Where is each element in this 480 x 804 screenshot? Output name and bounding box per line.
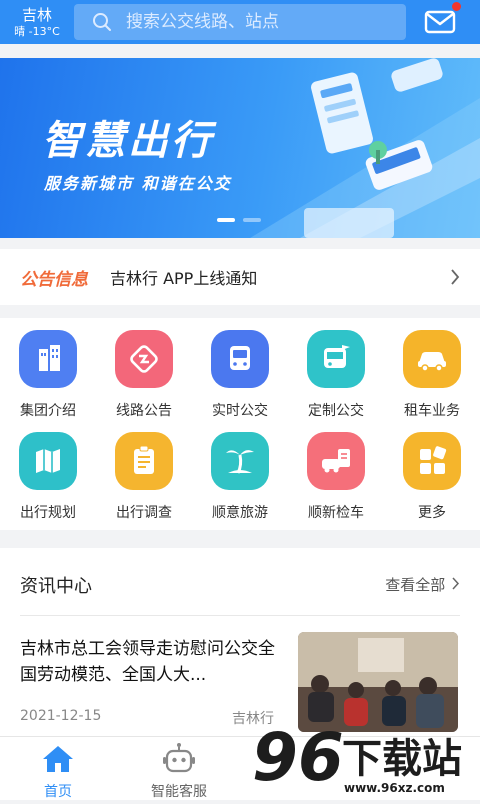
search-icon bbox=[93, 13, 111, 31]
view-all-link[interactable]: 查看全部 bbox=[385, 574, 460, 595]
news-section: 资讯中心 查看全部 吉林市总工会领导走访慰问公交全国劳动模范、全国人大... 2… bbox=[0, 548, 480, 738]
service-item[interactable]: 顺新检车 bbox=[288, 420, 384, 521]
service-item[interactable]: 出行调查 bbox=[96, 420, 192, 521]
car-icon bbox=[403, 330, 461, 388]
car-inspection-icon bbox=[307, 432, 365, 490]
home-icon bbox=[43, 746, 73, 772]
banner-title: 智慧出行 bbox=[42, 118, 214, 164]
news-headline: 吉林市总工会领导走访慰问公交全国劳动模范、全国人大... bbox=[20, 639, 275, 685]
top-header: 吉林 晴 -13°C bbox=[0, 0, 480, 44]
banner-indicator bbox=[243, 218, 261, 222]
service-item[interactable]: 定制公交 bbox=[288, 318, 384, 419]
watermark-logo: 96 下载站 www.96xz.com bbox=[252, 716, 480, 800]
survey-icon bbox=[115, 432, 173, 490]
service-item[interactable]: 租车业务 bbox=[384, 318, 480, 419]
svg-text:下载站: 下载站 bbox=[342, 736, 462, 782]
notice-tag: 公告信息 bbox=[20, 269, 88, 290]
service-label: 实时公交 bbox=[212, 403, 268, 419]
news-section-title: 资讯中心 bbox=[20, 576, 92, 597]
bus-icon bbox=[211, 330, 269, 388]
service-label: 顺意旅游 bbox=[212, 505, 268, 521]
custom-bus-icon bbox=[307, 330, 365, 388]
svg-text:www.96xz.com: www.96xz.com bbox=[344, 781, 445, 795]
service-item[interactable]: 线路公告 bbox=[96, 318, 192, 419]
more-grid-icon bbox=[403, 432, 461, 490]
search-input[interactable] bbox=[126, 12, 396, 32]
tab-home[interactable]: 首页 bbox=[10, 737, 106, 801]
svg-text:96: 96 bbox=[252, 719, 344, 796]
promo-banner[interactable]: 智慧出行 服务新城市 和谐在公交 bbox=[0, 58, 480, 238]
chevron-right-icon bbox=[452, 577, 460, 590]
service-label: 集团介绍 bbox=[20, 403, 76, 419]
search-box[interactable] bbox=[74, 4, 406, 40]
service-item[interactable]: 实时公交 bbox=[192, 318, 288, 419]
map-icon bbox=[19, 432, 77, 490]
service-label: 定制公交 bbox=[308, 403, 364, 419]
banner-indicator-active bbox=[217, 218, 235, 222]
news-date: 2021-12-15 bbox=[20, 708, 102, 724]
service-label: 线路公告 bbox=[116, 403, 172, 419]
city-name: 吉林 bbox=[21, 5, 52, 24]
service-label: 出行规划 bbox=[20, 505, 76, 521]
view-all-label: 查看全部 bbox=[385, 576, 446, 594]
notice-bar[interactable]: 公告信息 吉林行 APP上线通知 bbox=[0, 249, 480, 305]
divider bbox=[20, 615, 460, 616]
service-label: 出行调查 bbox=[116, 505, 172, 521]
robot-icon bbox=[163, 743, 195, 773]
notice-text: 吉林行 APP上线通知 bbox=[110, 269, 258, 288]
city-selector[interactable]: 吉林 晴 -13°C bbox=[0, 5, 74, 38]
unread-badge bbox=[452, 2, 461, 11]
service-label: 租车业务 bbox=[404, 403, 460, 419]
tab-smart-service[interactable]: 智能客服 bbox=[131, 737, 227, 801]
building-icon bbox=[19, 330, 77, 388]
service-item[interactable]: 顺意旅游 bbox=[192, 420, 288, 521]
tab-smart-service-label: 智能客服 bbox=[151, 784, 207, 800]
service-label: 顺新检车 bbox=[308, 505, 364, 521]
route-icon bbox=[115, 330, 173, 388]
service-item[interactable]: 更多 bbox=[384, 420, 480, 521]
service-label: 更多 bbox=[418, 505, 446, 521]
chevron-right-icon bbox=[451, 269, 460, 285]
weather-text: 晴 -13°C bbox=[14, 24, 60, 38]
service-item[interactable]: 集团介绍 bbox=[0, 318, 96, 419]
palm-tree-icon bbox=[211, 432, 269, 490]
service-item[interactable]: 出行规划 bbox=[0, 420, 96, 521]
mail-icon bbox=[424, 10, 456, 34]
banner-subtitle: 服务新城市 和谐在公交 bbox=[44, 174, 232, 193]
service-grid: 集团介绍 线路公告 实时公交 定制公交 租车业务出行规划 出行调查 顺意旅游 顺新检车 更多 bbox=[0, 318, 480, 530]
tab-home-label: 首页 bbox=[44, 784, 72, 800]
